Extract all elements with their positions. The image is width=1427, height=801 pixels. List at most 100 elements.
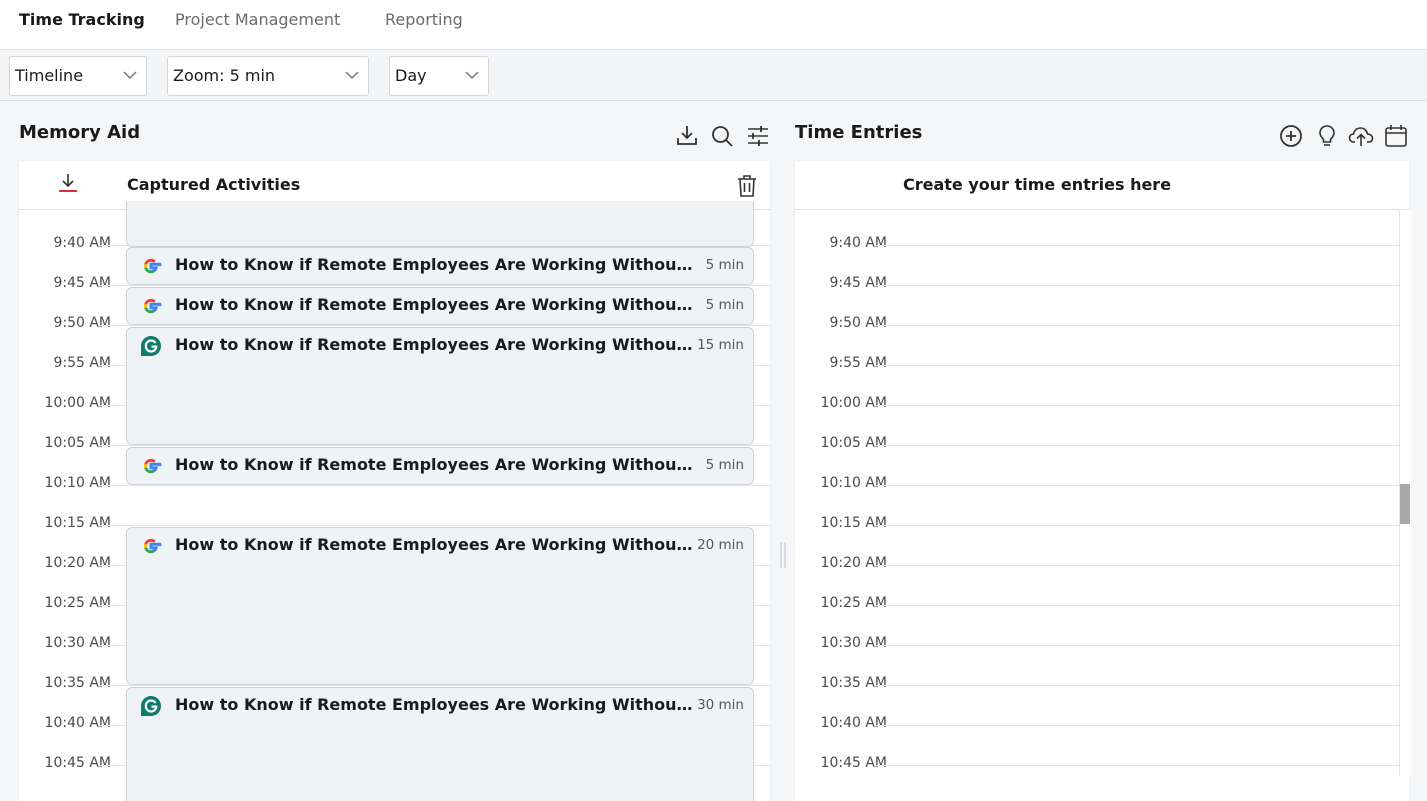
google-chrome-icon: [143, 538, 162, 554]
range-select[interactable]: Day: [389, 56, 489, 96]
time-slot-line: [876, 485, 1400, 486]
time-slot-label: 10:10 AM: [820, 475, 887, 491]
activity-title: How to Know if Remote Employees Are Work…: [175, 295, 695, 314]
time-slot-label: 9:55 AM: [53, 355, 111, 371]
activity-block[interactable]: How to Know if Remote Employees Are Work…: [126, 447, 754, 485]
cloud-upload-icon[interactable]: [1348, 123, 1374, 149]
search-icon[interactable]: [709, 123, 735, 149]
time-slot-label: 10:35 AM: [44, 675, 111, 691]
activity-title: How to Know if Remote Employees Are Work…: [175, 455, 695, 474]
top-navigation: Time Tracking Project Management Reporti…: [0, 0, 1427, 50]
lightbulb-icon[interactable]: [1314, 123, 1340, 149]
chevron-down-icon: [465, 71, 479, 80]
activity-duration: 15 min: [697, 337, 744, 353]
time-slot-line: [876, 565, 1400, 566]
time-slot-label: 10:00 AM: [44, 395, 111, 411]
time-slot-label: 9:40 AM: [829, 235, 887, 251]
grammarly-icon: [141, 696, 161, 716]
time-slot-label: 10:30 AM: [820, 635, 887, 651]
grammarly-icon: [141, 336, 161, 356]
time-slot-label: 10:40 AM: [820, 715, 887, 731]
add-circle-icon[interactable]: [1278, 123, 1304, 149]
time-slot-line: [876, 685, 1400, 686]
time-slot-label: 10:20 AM: [44, 555, 111, 571]
tab-reporting[interactable]: Reporting: [385, 10, 463, 29]
time-slot-label: 10:10 AM: [44, 475, 111, 491]
time-slot-line: [876, 605, 1400, 606]
scrollbar-thumb[interactable]: [1400, 484, 1410, 524]
download-capture-icon[interactable]: [57, 172, 79, 194]
time-slot-label: 10:00 AM: [820, 395, 887, 411]
time-slot-line: [100, 285, 770, 286]
google-chrome-icon: [143, 258, 162, 274]
time-slot-line: [100, 325, 770, 326]
google-chrome-icon: [143, 298, 162, 314]
time-slot-line: [100, 445, 770, 446]
time-slot-label: 9:40 AM: [53, 235, 111, 251]
time-slot-label: 10:30 AM: [44, 635, 111, 651]
time-slot-label: 10:25 AM: [44, 595, 111, 611]
time-slot-line: [876, 405, 1400, 406]
time-slot-label: 10:05 AM: [44, 435, 111, 451]
google-chrome-icon: [143, 458, 162, 474]
time-slot-label: 10:25 AM: [820, 595, 887, 611]
time-slot-line: [876, 285, 1400, 286]
activity-block[interactable]: How to Know if Remote Employees Are Work…: [126, 247, 754, 285]
time-slot-line: [876, 445, 1400, 446]
chevron-down-icon: [123, 71, 137, 80]
time-entries-panel[interactable]: Create your time entries here 9:40 AM 9:4…: [795, 161, 1409, 801]
captured-activities-title: Captured Activities: [127, 175, 301, 194]
trash-icon[interactable]: [736, 174, 758, 198]
time-slot-label: 9:50 AM: [53, 315, 111, 331]
time-entries-title: Time Entries: [795, 122, 923, 143]
time-slot-label: 10:05 AM: [820, 435, 887, 451]
time-slot-line: [876, 725, 1400, 726]
time-entries-header: Create your time entries here: [795, 161, 1409, 210]
time-slot-line: [876, 525, 1400, 526]
activity-block[interactable]: How to Know if Remote Employees Are Work…: [126, 327, 754, 445]
time-slot-line: [876, 645, 1400, 646]
view-select[interactable]: Timeline: [9, 56, 147, 96]
time-slot-label: 10:15 AM: [820, 515, 887, 531]
tab-time-tracking[interactable]: Time Tracking: [19, 10, 145, 29]
time-slot-label: 10:45 AM: [820, 755, 887, 771]
toolbar: Timeline Zoom: 5 min Day: [0, 51, 1427, 101]
tab-project-management[interactable]: Project Management: [175, 10, 340, 29]
zoom-select-value: Zoom: 5 min: [173, 66, 276, 85]
activity-block[interactable]: How to Know if Remote Employees Are Work…: [126, 527, 754, 685]
time-slot-line: [876, 325, 1400, 326]
activity-duration: 5 min: [705, 297, 744, 313]
time-entries-prompt: Create your time entries here: [903, 175, 1172, 194]
time-slot-label: 10:45 AM: [44, 755, 111, 771]
calendar-icon[interactable]: [1383, 123, 1409, 149]
activity-block[interactable]: How to Know if Remote Employees Are Work…: [126, 287, 754, 325]
activity-title: How to Know if Remote Employees Are Work…: [175, 255, 695, 274]
panel-resize-handle[interactable]: [779, 542, 787, 568]
captured-activities-panel: Captured Activities 9:40 AM 9:45 AM 9:50 A…: [19, 161, 770, 801]
time-slot-line: [876, 765, 1400, 766]
zoom-select[interactable]: Zoom: 5 min: [167, 56, 369, 96]
time-slot-label: 9:55 AM: [829, 355, 887, 371]
time-slot-label: 9:45 AM: [829, 275, 887, 291]
activity-title: How to Know if Remote Employees Are Work…: [175, 535, 695, 554]
time-slot-label: 10:40 AM: [44, 715, 111, 731]
activity-duration: 20 min: [697, 537, 744, 553]
activity-duration: 5 min: [705, 257, 744, 273]
activity-title: How to Know if Remote Employees Are Work…: [175, 335, 695, 354]
chevron-down-icon: [345, 71, 359, 80]
time-slot-line: [100, 525, 770, 526]
activity-block-continued[interactable]: [126, 201, 754, 247]
time-slot-label: 10:35 AM: [820, 675, 887, 691]
time-slot-label: 10:20 AM: [820, 555, 887, 571]
range-select-value: Day: [395, 66, 427, 85]
time-slot-line: [100, 485, 770, 486]
filter-settings-icon[interactable]: [745, 123, 771, 149]
activity-block[interactable]: How to Know if Remote Employees Are Work…: [126, 687, 754, 801]
time-slot-line: [876, 245, 1400, 246]
activity-title: How to Know if Remote Employees Are Work…: [175, 695, 695, 714]
time-slot-label: 9:50 AM: [829, 315, 887, 331]
time-slot-label: 9:45 AM: [53, 275, 111, 291]
activity-duration: 5 min: [705, 457, 744, 473]
view-select-value: Timeline: [15, 66, 84, 85]
download-icon[interactable]: [674, 123, 700, 149]
